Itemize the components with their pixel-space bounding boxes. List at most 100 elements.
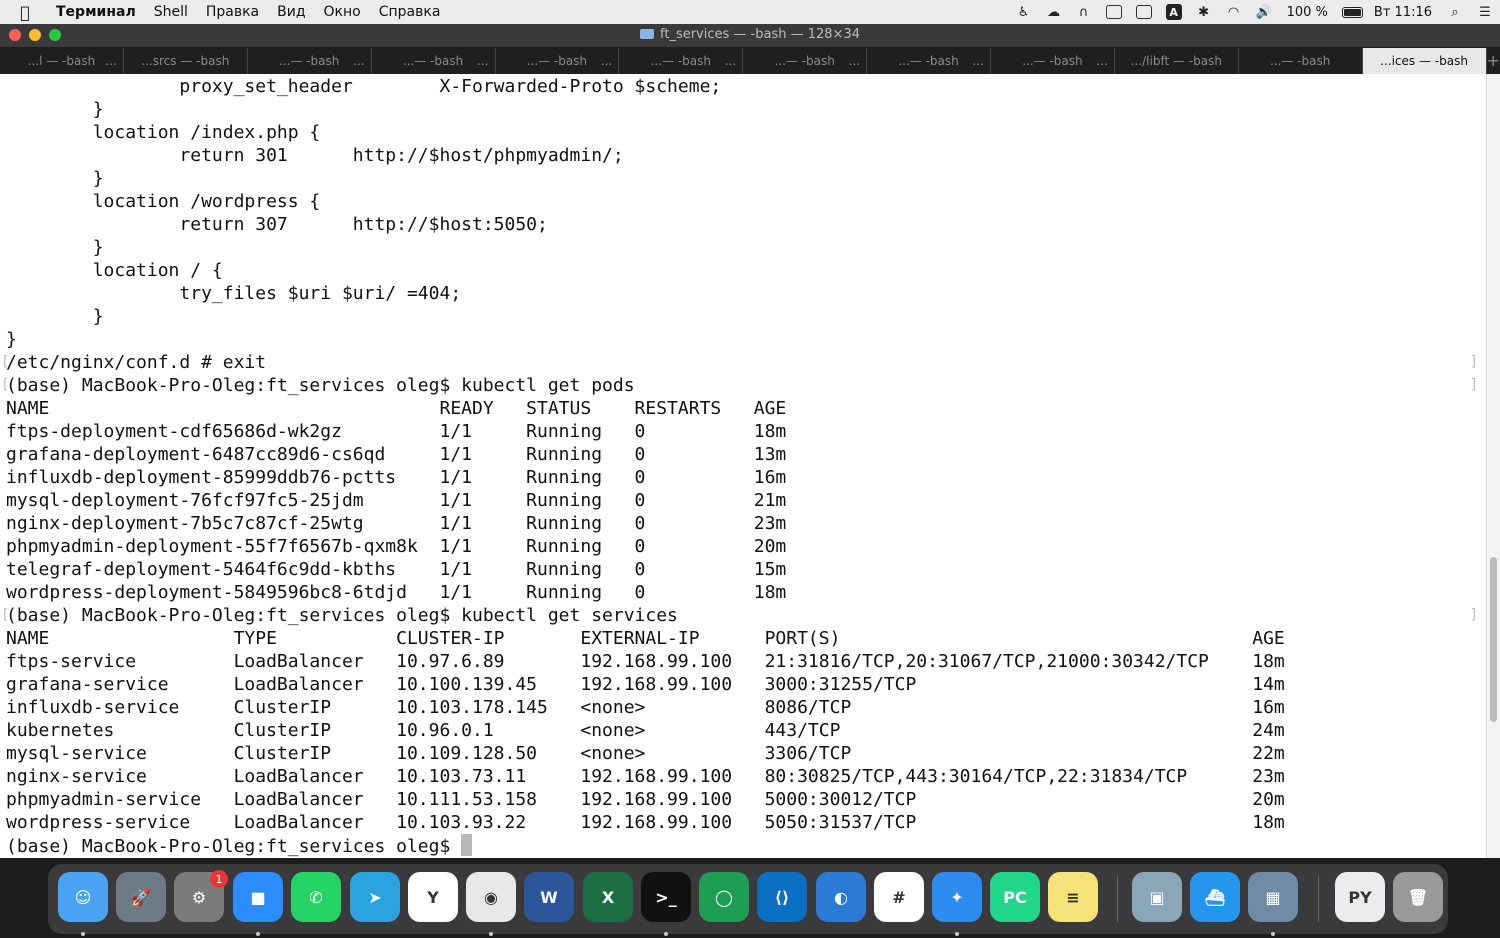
menu-item-edit[interactable]: Правка: [197, 4, 268, 20]
tab-8[interactable]: ...— -bash...: [867, 48, 991, 74]
terminal-line: ftps-deployment-cdf65686d-wk2gz 1/1 Runn…: [6, 421, 787, 442]
terminal-line: nginx-deployment-7b5c7c87cf-25wtg 1/1 Ru…: [6, 513, 787, 534]
telegram-icon[interactable]: ➤: [350, 872, 400, 922]
accessibility-icon[interactable]: ♿: [1012, 3, 1036, 21]
menu-item-shell[interactable]: Shell: [145, 4, 197, 20]
terminal-line: try_files $uri $uri/ =404;: [6, 283, 462, 304]
tab-label: ...— -bash: [1269, 54, 1331, 68]
finder-icon[interactable]: ☺: [58, 872, 108, 922]
window-title: ft_services — -bash — 128×34: [0, 27, 1500, 42]
terminal-line: telegraf-deployment-5464f6c9dd-kbths 1/1…: [6, 559, 787, 580]
bluetooth-icon[interactable]: ✱: [1192, 3, 1216, 21]
pycharm-icon[interactable]: PC: [990, 872, 1040, 922]
apple-menu-icon[interactable]: : [0, 3, 50, 22]
scrollbar-thumb[interactable]: [1490, 557, 1497, 722]
terminal-output[interactable]: proxy_set_header X-Forwarded-Proto $sche…: [0, 74, 1486, 858]
tab-11[interactable]: ...— -bash: [1239, 48, 1363, 74]
spotlight-search-icon[interactable]: ⌕: [1443, 3, 1467, 21]
tab-12-active[interactable]: ...ices — -bash: [1362, 48, 1487, 74]
trash-icon[interactable]: 🗑: [1393, 872, 1443, 922]
tab-6[interactable]: ...— -bash...: [619, 48, 744, 74]
terminal-line: return 307 http://$host:5050;: [6, 214, 548, 235]
tab-label: ...— -bash: [402, 54, 464, 68]
window-titlebar[interactable]: ft_services — -bash — 128×34: [0, 24, 1500, 48]
tab-2[interactable]: ...srcs — -bash: [124, 48, 248, 74]
notification-badge: 1: [210, 870, 228, 888]
clock[interactable]: Вт 11:16: [1366, 5, 1440, 20]
tab-overflow-dots: ...: [724, 54, 737, 68]
terminal-line: grafana-deployment-6487cc89d6-cs6qd 1/1 …: [6, 444, 787, 465]
dock-separator: [1117, 876, 1118, 922]
terminal-line: location / {: [6, 260, 223, 281]
input-source-icon[interactable]: A: [1162, 3, 1186, 21]
vscode-icon[interactable]: ⟨⟩: [757, 872, 807, 922]
tab-4[interactable]: ...— -bash...: [372, 48, 496, 74]
terminal-line: mysql-deployment-76fcf97fc5-25jdm 1/1 Ru…: [6, 490, 787, 511]
shell-prompt-line: (base) MacBook-Pro-Oleg:ft_services oleg…: [6, 834, 473, 857]
tab-overflow-dots: ...: [1096, 54, 1108, 68]
whatsapp-icon[interactable]: ✆: [291, 872, 341, 922]
folder-icon: [640, 29, 654, 39]
menu-item-help[interactable]: Справка: [370, 4, 450, 20]
running-indicator: [664, 932, 668, 936]
tab-label: ...— -bash: [278, 54, 340, 68]
cloud-upload-icon[interactable]: ☁: [1042, 3, 1066, 21]
battery-percent[interactable]: 100 %: [1279, 5, 1336, 20]
terminal-line: return 301 http://$host/phpmyadmin/;: [6, 145, 624, 166]
zoom-icon[interactable]: ■: [233, 872, 283, 922]
wifi-icon[interactable]: ◠: [1222, 3, 1246, 21]
preview-icon[interactable]: ▣: [1132, 872, 1182, 922]
battery-icon[interactable]: [1339, 3, 1363, 21]
tab-label: ...— -bash: [898, 54, 959, 68]
terminal-line: influxdb-deployment-85999ddb76-pctts 1/1…: [6, 467, 787, 488]
menu-app-name[interactable]: Терминал: [50, 4, 145, 20]
terminal-line: location /wordpress {: [6, 191, 321, 212]
yandex-browser-icon[interactable]: Y: [408, 872, 458, 922]
screen-icon[interactable]: [1132, 3, 1156, 21]
word-icon[interactable]: W: [524, 872, 574, 922]
menu-item-window[interactable]: Окно: [315, 4, 370, 20]
headphones-icon[interactable]: ∩: [1072, 3, 1096, 21]
slack-icon[interactable]: #: [874, 872, 924, 922]
launchpad-icon[interactable]: 🚀: [116, 872, 166, 922]
new-tab-button[interactable]: +: [1487, 48, 1500, 74]
terminal-line: }: [6, 237, 104, 258]
running-indicator: [81, 932, 85, 936]
virtualbox-icon[interactable]: ▦: [1248, 872, 1298, 922]
chrome-icon[interactable]: ◉: [466, 872, 516, 922]
tab-9[interactable]: ...— -bash...: [991, 48, 1115, 74]
tab-7[interactable]: ...— -bash...: [743, 48, 868, 74]
menu-item-view[interactable]: Вид: [268, 4, 314, 20]
excel-icon[interactable]: X: [583, 872, 633, 922]
tab-10[interactable]: .../libft — -bash: [1115, 48, 1239, 74]
system-preferences-icon[interactable]: ⚙ 1: [174, 870, 228, 922]
notification-center-icon[interactable]: ☰: [1473, 3, 1497, 21]
mark-bracket: ]: [1469, 377, 1478, 393]
terminal-line: grafana-service LoadBalancer 10.100.139.…: [6, 674, 1285, 695]
python-document-icon[interactable]: PY: [1335, 872, 1385, 922]
terminal-line: kubernetes ClusterIP 10.96.0.1 <none> 44…: [6, 720, 1285, 741]
mark-bracket: [: [1, 607, 10, 623]
zoom-tray-icon[interactable]: [1102, 3, 1126, 21]
tab-5[interactable]: ...— -bash...: [496, 48, 620, 74]
tab-1[interactable]: ...l — -bash...: [0, 48, 124, 74]
tab-label: ...srcs — -bash: [141, 54, 230, 68]
notes-icon[interactable]: ≡: [1048, 872, 1098, 922]
terminal-line: }: [6, 99, 104, 120]
tab-label: ...— -bash: [526, 54, 588, 68]
terminal-line: influxdb-service ClusterIP 10.103.178.14…: [6, 697, 1285, 718]
terminal-icon[interactable]: >_: [641, 872, 691, 922]
terminal-line: location /index.php {: [6, 122, 321, 143]
terminal-line: }: [6, 329, 17, 350]
shell-prompt-line: (base) MacBook-Pro-Oleg:ft_services oleg…: [6, 375, 635, 396]
mark-bracket: ]: [1469, 354, 1478, 370]
tor-browser-icon[interactable]: ◐: [816, 872, 866, 922]
dock: ☺ 🚀 ⚙ 1 ■ ✆ ➤ Y ◉ W X >_ ◯ ⟨⟩ ◐ # ✦ PC ≡ ▣ ⛴ ▦ PY 🗑: [0, 858, 1500, 938]
docker-icon[interactable]: ⛴: [1190, 872, 1240, 922]
safari-icon[interactable]: ✦: [932, 872, 982, 922]
tab-3[interactable]: ...— -bash...: [248, 48, 372, 74]
volume-icon[interactable]: 🔊: [1252, 3, 1276, 21]
terminal-scrollbar[interactable]: [1486, 74, 1500, 858]
minikube-icon[interactable]: ◯: [699, 872, 749, 922]
running-indicator: [256, 932, 260, 936]
